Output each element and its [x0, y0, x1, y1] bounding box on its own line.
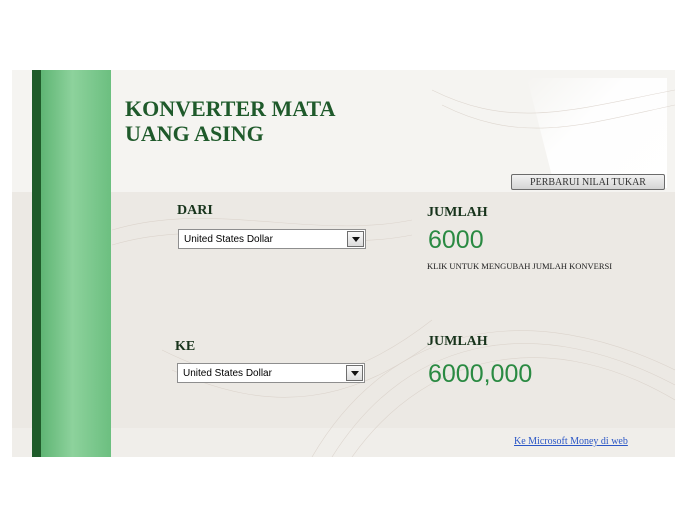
left-dark-stripe	[32, 70, 41, 457]
amount-to-label: JUMLAH	[427, 334, 488, 349]
to-currency-value: United States Dollar	[183, 368, 272, 379]
title-line-2: UANG ASING	[125, 121, 264, 146]
from-currency-select[interactable]: United States Dollar	[178, 229, 366, 249]
amount-from-label: JUMLAH	[427, 205, 488, 220]
amount-input[interactable]: 6000	[428, 226, 484, 255]
title-line-1: KONVERTER MATA	[125, 96, 336, 121]
page-title: KONVERTER MATA UANG ASING	[125, 96, 335, 146]
amount-hint: KLIK UNTUK MENGUBAH JUMLAH KONVERSI	[427, 261, 613, 271]
chevron-down-icon[interactable]	[346, 365, 363, 381]
chevron-down-icon[interactable]	[347, 231, 364, 247]
converter-sheet: KONVERTER MATA UANG ASING PERBARUI NILAI…	[12, 70, 675, 457]
from-currency-value: United States Dollar	[184, 234, 273, 245]
microsoft-money-link[interactable]: Ke Microsoft Money di web	[514, 436, 628, 447]
to-label: KE	[175, 339, 196, 354]
converted-amount: 6000,000	[428, 360, 533, 388]
refresh-rates-button[interactable]: PERBARUI NILAI TUKAR	[511, 174, 665, 190]
from-label: DARI	[177, 203, 213, 218]
left-green-band	[41, 70, 111, 457]
to-currency-select[interactable]: United States Dollar	[177, 363, 365, 383]
